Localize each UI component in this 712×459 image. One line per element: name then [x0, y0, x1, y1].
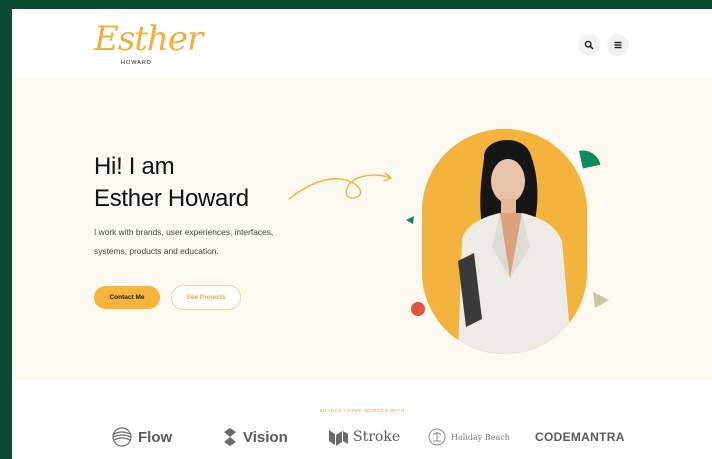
see-projects-button[interactable]: See Projects — [171, 285, 241, 310]
brand-codemantra: CODEMANTRA — [535, 425, 625, 449]
hero-description-line-2: systems, products and education. — [94, 246, 219, 256]
hero-section: Hi! I am Esther Howard I work with brand… — [12, 77, 712, 380]
stroke-icon — [329, 430, 348, 446]
logo-script: Esther — [94, 19, 203, 59]
menu-button[interactable] — [607, 34, 629, 56]
brands-title: BRANDS I HAVE WORKED WITH — [319, 408, 405, 413]
brand-holiday-beach: Holiday Beach — [427, 425, 510, 449]
hero-greeting: Hi! I am — [94, 153, 175, 180]
portrait-frame — [422, 129, 587, 354]
search-button[interactable] — [578, 34, 600, 56]
hamburger-menu-icon — [614, 41, 622, 49]
brand-stroke: Stroke — [327, 425, 400, 449]
red-circle-shape — [411, 302, 425, 316]
brand-flow: Flow — [110, 425, 172, 449]
brand-stroke-label: Stroke — [353, 429, 401, 445]
hero-description-line-1: I work with brands, user experiences, in… — [94, 227, 274, 237]
brand-vision: Vision — [220, 425, 288, 449]
contact-me-button[interactable]: Contact Me — [94, 286, 160, 309]
brand-holiday-beach-label: Holiday Beach — [451, 432, 510, 442]
brands-section: BRANDS I HAVE WORKED WITH Flow Vision St… — [12, 380, 712, 459]
page: Esther HOWARD Hi! I am Esther Howard I w… — [12, 9, 712, 459]
vision-icon — [224, 428, 236, 446]
portrait-image — [422, 129, 587, 354]
squiggle-arrow-icon — [288, 172, 392, 200]
logo-subtitle: HOWARD — [121, 60, 152, 66]
brand-flow-label: Flow — [138, 428, 173, 446]
brand-codemantra-label: CODEMANTRA — [535, 430, 625, 444]
hero-description: I work with brands, user experiences, in… — [94, 223, 344, 261]
olive-triangle-shape — [593, 292, 609, 308]
holiday-beach-icon — [428, 428, 446, 446]
brand-vision-label: Vision — [243, 428, 288, 446]
logo[interactable]: Esther HOWARD — [94, 17, 203, 69]
green-triangle-shape — [406, 216, 414, 224]
search-icon — [584, 40, 594, 50]
green-quarter-shape — [579, 150, 601, 169]
hero-name: Esther Howard — [94, 185, 249, 212]
header: Esther HOWARD — [12, 9, 712, 77]
flow-icon — [112, 427, 132, 447]
